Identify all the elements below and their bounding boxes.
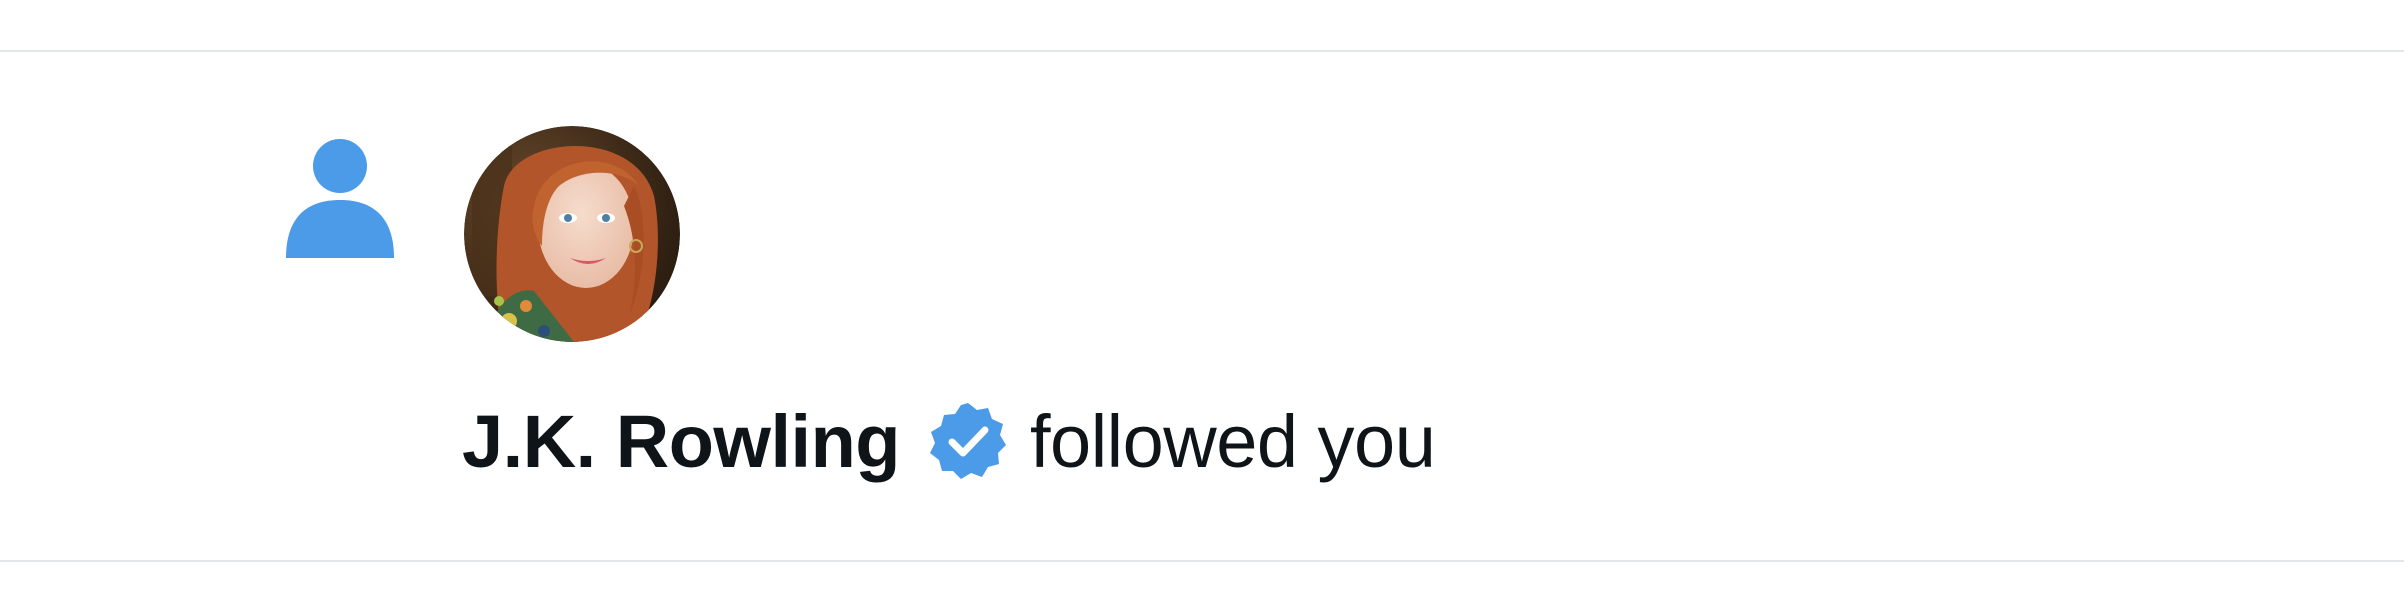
bottom-divider	[0, 560, 2404, 562]
action-text: followed you	[1030, 399, 1436, 483]
notification-text: J.K. Rowling followed you	[462, 398, 1436, 484]
user-name-link[interactable]: J.K. Rowling	[462, 399, 901, 484]
verified-badge-icon	[930, 403, 1006, 479]
avatar[interactable]	[464, 126, 680, 342]
person-icon	[286, 139, 394, 258]
